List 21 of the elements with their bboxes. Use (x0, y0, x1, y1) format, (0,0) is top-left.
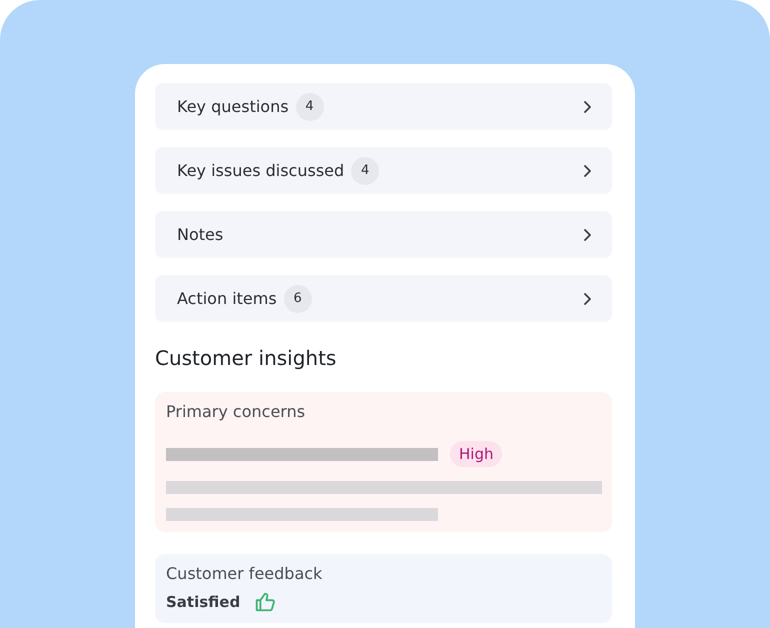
section-row[interactable]: Action items 6 (155, 275, 612, 322)
section-row[interactable]: Key questions 4 (155, 83, 612, 130)
section-label: Action items (177, 289, 277, 308)
priority-badge: High (450, 441, 502, 467)
thumbs-up-icon (254, 591, 276, 613)
count-badge: 4 (351, 156, 380, 184)
section-heading: Customer insights (155, 346, 338, 370)
section-row[interactable]: Key issues discussed 4 (155, 147, 612, 194)
count-badge: 6 (284, 284, 312, 312)
count-badge: 4 (296, 92, 324, 120)
section-label: Key questions (177, 97, 289, 116)
sentiment-label: Satisfied (166, 593, 240, 611)
section-label: Notes (177, 225, 224, 244)
card-title: Primary concerns (166, 402, 306, 421)
section-label: Key issues discussed (177, 161, 344, 180)
card-title: Customer feedback (166, 564, 324, 583)
chevron-right-icon (582, 100, 592, 114)
section-row[interactable]: Notes (155, 211, 612, 258)
chevron-right-icon (582, 228, 592, 242)
chevron-right-icon (582, 164, 592, 178)
chevron-right-icon (582, 292, 592, 306)
